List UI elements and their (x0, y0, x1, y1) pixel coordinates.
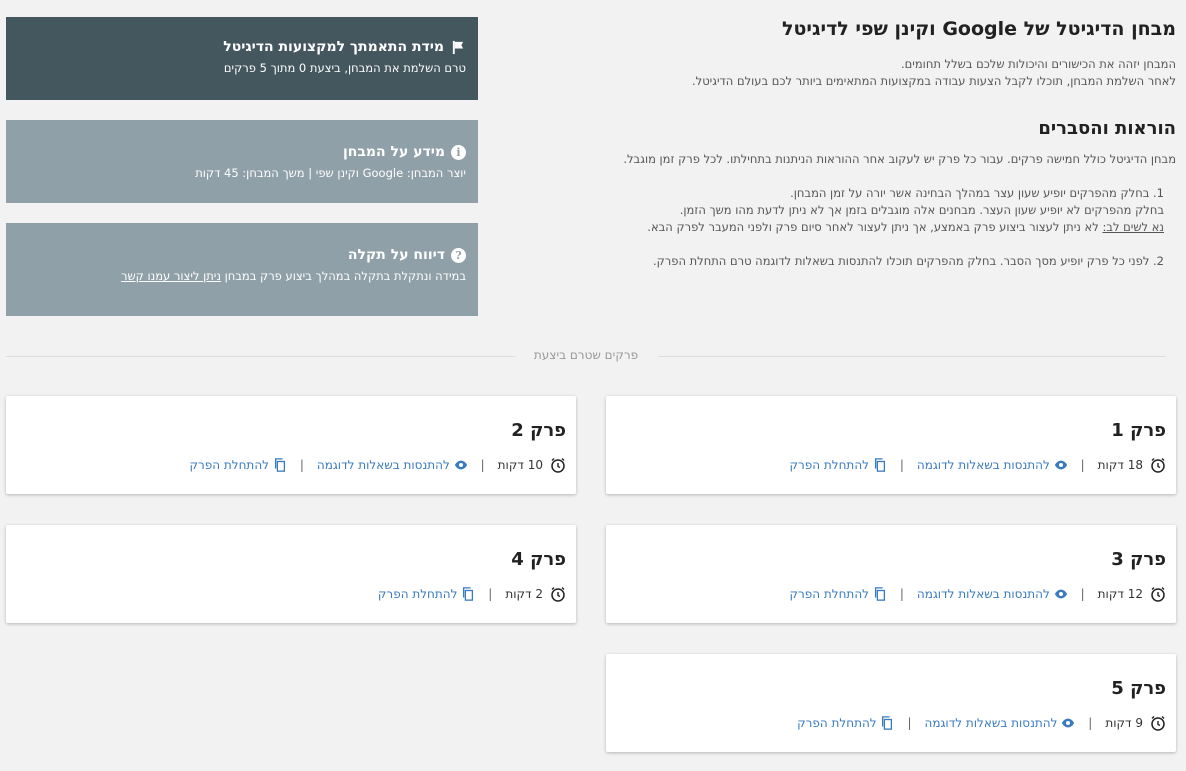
report-panel-title: דיווח על תקלה (347, 247, 445, 263)
clock-icon (1151, 716, 1165, 731)
start-chapter-link[interactable]: להתחלת הפרק (189, 458, 286, 473)
chapter-title: פרק 1 (1111, 420, 1166, 441)
clock-icon (551, 587, 565, 602)
chapter-meta: 12 דקות | להתנסות בשאלות לדוגמה | להתחלת… (789, 586, 1166, 602)
copy-icon (463, 587, 474, 602)
copy-icon (882, 716, 893, 731)
meta-separator: | (1080, 458, 1085, 472)
info-panel-header: i מידע על המבחן (18, 144, 466, 160)
meta-separator: | (899, 458, 904, 472)
start-label: להתחלת הפרק (789, 457, 869, 472)
eye-icon (1054, 460, 1067, 470)
start-label: להתחלת הפרק (789, 586, 869, 601)
start-chapter-link[interactable]: להתחלת הפרק (797, 716, 894, 731)
practice-link[interactable]: להתנסות בשאלות לדוגמה (917, 587, 1068, 602)
practice-link[interactable]: להתנסות בשאלות לדוגמה (925, 716, 1076, 731)
chapter-card: פרק 5 9 דקות | להתנסות בשאלות לדוגמה | ל… (606, 654, 1176, 752)
practice-link[interactable]: להתנסות בשאלות לדוגמה (917, 458, 1068, 473)
match-panel-title: מידת התאמתך למקצועות הדיגיטל (223, 39, 444, 55)
meta-separator: | (1080, 587, 1085, 601)
instructions-item-1b: בחלק מהפרקים לא יופיע שעון העצר. מבחנים … (679, 203, 1164, 217)
help-icon: ? (451, 247, 466, 263)
meta-separator: | (907, 716, 912, 730)
clock-icon (551, 458, 565, 473)
info-panel: i מידע על המבחן יוצר המבחן: Google וקינן… (6, 120, 478, 203)
contact-link[interactable]: ניתן ליצור עמנו קשר (121, 269, 221, 283)
match-panel-text: טרם השלמת את המבחן, ביצעת 0 מתוך 5 פרקים (223, 61, 466, 75)
chapter-title: פרק 4 (511, 549, 566, 570)
copy-icon (874, 458, 885, 473)
flag-icon (450, 39, 466, 55)
report-panel-text: במידה ונתקלת בתקלה במהלך ביצוע פרק במבחן (220, 269, 466, 283)
start-chapter-link[interactable]: להתחלת הפרק (789, 458, 886, 473)
practice-label: להתנסות בשאלות לדוגמה (916, 457, 1050, 472)
report-panel-body: במידה ונתקלת בתקלה במהלך ביצוע פרק במבחן… (18, 269, 466, 283)
intro-line-1: המבחן יזהה את הכישורים והיכולות שלכם בשל… (901, 57, 1176, 71)
info-icon: i (451, 144, 466, 160)
report-panel-header: ? דיווח על תקלה (18, 247, 466, 263)
practice-label: להתנסות בשאלות לדוגמה (924, 715, 1058, 730)
chapter-card: פרק 4 2 דקות | להתחלת הפרק (6, 525, 576, 623)
chapter-title: פרק 3 (1111, 549, 1166, 570)
meta-separator: | (1088, 716, 1093, 730)
chapter-card: פרק 2 10 דקות | להתנסות בשאלות לדוגמה | … (6, 396, 576, 494)
match-panel: מידת התאמתך למקצועות הדיגיטל טרם השלמת א… (6, 17, 478, 100)
eye-icon (1062, 718, 1075, 728)
chapter-duration: 18 דקות (1097, 458, 1143, 472)
instructions-title: הוראות והסברים (1038, 118, 1176, 139)
section-divider: פרקים שטרם ביצעת (6, 348, 1166, 362)
instructions-body: מבחן הדיגיטל כולל חמישה פרקים. עבור כל פ… (606, 151, 1176, 270)
start-label: להתחלת הפרק (797, 715, 877, 730)
instructions-intro: מבחן הדיגיטל כולל חמישה פרקים. עבור כל פ… (623, 152, 1176, 166)
info-panel-title: מידע על המבחן (342, 144, 445, 160)
chapter-meta: 10 דקות | להתנסות בשאלות לדוגמה | להתחלת… (189, 457, 566, 473)
divider-label: פרקים שטרם ביצעת (533, 348, 639, 362)
intro-line-2: לאחר השלמת המבחן, תוכלו לקבל הצעות עבודה… (692, 74, 1176, 88)
practice-link[interactable]: להתנסות בשאלות לדוגמה (317, 458, 468, 473)
meta-separator: | (299, 458, 304, 472)
chapter-title: פרק 2 (511, 420, 566, 441)
start-chapter-link[interactable]: להתחלת הפרק (789, 587, 886, 602)
start-label: להתחלת הפרק (377, 586, 458, 601)
page-title: מבחן הדיגיטל של Google וקינן שפי לדיגיטל (782, 18, 1176, 40)
chapter-duration: 12 דקות (1097, 587, 1143, 601)
note-text: לא ניתן לעצור ביצוע פרק באמצע, אך ניתן ל… (647, 220, 1103, 234)
instructions-item-1a: 1. בחלק מהפרקים יופיע שעון עצר במהלך הבח… (790, 186, 1164, 200)
intro-section: מבחן הדיגיטל של Google וקינן שפי לדיגיטל… (606, 18, 1176, 270)
chapter-card: פרק 1 18 דקות | להתנסות בשאלות לדוגמה | … (606, 396, 1176, 494)
start-label: להתחלת הפרק (189, 457, 269, 472)
instructions-item-2: 2. לפני כל פרק יופיע מסך הסבר. בחלק מהפר… (652, 254, 1164, 268)
start-chapter-link[interactable]: להתחלת הפרק (378, 587, 475, 602)
copy-icon (874, 587, 885, 602)
clock-icon (1151, 458, 1165, 473)
chapter-title: פרק 5 (1111, 678, 1166, 699)
chapter-duration: 10 דקות (497, 458, 543, 472)
practice-label: להתנסות בשאלות לדוגמה (916, 586, 1050, 601)
meta-separator: | (480, 458, 485, 472)
clock-icon (1151, 587, 1165, 602)
report-panel: ? דיווח על תקלה במידה ונתקלת בתקלה במהלך… (6, 223, 478, 316)
practice-label: להתנסות בשאלות לדוגמה (316, 457, 450, 472)
chapter-card: פרק 3 12 דקות | להתנסות בשאלות לדוגמה | … (606, 525, 1176, 623)
chapter-duration: 2 דקות (505, 587, 543, 601)
eye-icon (454, 460, 467, 470)
chapter-meta: 9 דקות | להתנסות בשאלות לדוגמה | להתחלת … (797, 715, 1166, 731)
meta-separator: | (488, 587, 493, 601)
info-panel-text: יוצר המבחן: Google וקינן שפי | משך המבחן… (195, 166, 466, 180)
match-panel-header: מידת התאמתך למקצועות הדיגיטל (18, 39, 466, 55)
chapter-meta: 2 דקות | להתחלת הפרק (378, 586, 566, 602)
meta-separator: | (899, 587, 904, 601)
chapter-duration: 9 דקות (1105, 716, 1143, 730)
chapter-meta: 18 דקות | להתנסות בשאלות לדוגמה | להתחלת… (789, 457, 1166, 473)
instructions-note: נא לשים לב: לא ניתן לעצור ביצוע פרק באמצ… (606, 219, 1164, 236)
note-label: נא לשים לב: (1102, 220, 1164, 234)
eye-icon (1054, 589, 1067, 599)
copy-icon (274, 458, 285, 473)
